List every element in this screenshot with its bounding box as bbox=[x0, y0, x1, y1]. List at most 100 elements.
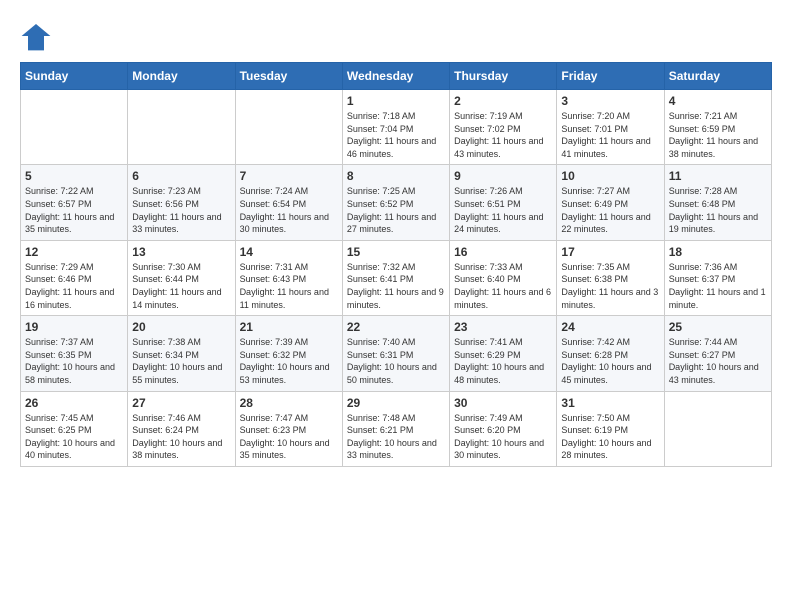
day-number: 24 bbox=[561, 320, 659, 334]
calendar-cell: 12Sunrise: 7:29 AMSunset: 6:46 PMDayligh… bbox=[21, 240, 128, 315]
day-number: 15 bbox=[347, 245, 445, 259]
day-number: 9 bbox=[454, 169, 552, 183]
day-number: 14 bbox=[240, 245, 338, 259]
calendar-cell: 4 Sunrise: 7:21 AMSunset: 6:59 PMDaylight… bbox=[664, 90, 771, 165]
day-info: Sunrise: 7:36 AMSunset: 6:37 PMDaylight:… bbox=[669, 261, 767, 311]
day-info: Sunrise: 7:47 AMSunset: 6:23 PMDaylight:… bbox=[240, 412, 338, 462]
calendar-cell: 7 Sunrise: 7:24 AMSunset: 6:54 PMDaylight… bbox=[235, 165, 342, 240]
calendar-cell: 21 Sunrise: 7:39 AMSunset: 6:32 PMDayligh… bbox=[235, 316, 342, 391]
day-info: Sunrise: 7:26 AMSunset: 6:51 PMDaylight:… bbox=[454, 185, 552, 235]
day-number: 3 bbox=[561, 94, 659, 108]
calendar-cell bbox=[664, 391, 771, 466]
day-info: Sunrise: 7:40 AMSunset: 6:31 PMDaylight:… bbox=[347, 336, 445, 386]
day-number: 30 bbox=[454, 396, 552, 410]
day-number: 20 bbox=[132, 320, 230, 334]
calendar-cell: 26 Sunrise: 7:45 AMSunset: 6:25 PMDayligh… bbox=[21, 391, 128, 466]
logo-icon bbox=[20, 20, 52, 52]
calendar-week-row: 26 Sunrise: 7:45 AMSunset: 6:25 PMDayligh… bbox=[21, 391, 772, 466]
day-number: 1 bbox=[347, 94, 445, 108]
day-number: 11 bbox=[669, 169, 767, 183]
day-info: Sunrise: 7:24 AMSunset: 6:54 PMDaylight:… bbox=[240, 185, 338, 235]
calendar-cell bbox=[128, 90, 235, 165]
day-number: 26 bbox=[25, 396, 123, 410]
calendar-cell: 17 Sunrise: 7:35 AMSunset: 6:38 PMDayligh… bbox=[557, 240, 664, 315]
day-number: 7 bbox=[240, 169, 338, 183]
calendar-cell: 28 Sunrise: 7:47 AMSunset: 6:23 PMDayligh… bbox=[235, 391, 342, 466]
day-number: 29 bbox=[347, 396, 445, 410]
day-info: Sunrise: 7:45 AMSunset: 6:25 PMDaylight:… bbox=[25, 412, 123, 462]
calendar-cell: 24 Sunrise: 7:42 AMSunset: 6:28 PMDayligh… bbox=[557, 316, 664, 391]
day-number: 31 bbox=[561, 396, 659, 410]
day-info: Sunrise: 7:46 AMSunset: 6:24 PMDaylight:… bbox=[132, 412, 230, 462]
calendar-cell: 2 Sunrise: 7:19 AMSunset: 7:02 PMDaylight… bbox=[450, 90, 557, 165]
day-info: Sunrise: 7:33 AMSunset: 6:40 PMDaylight:… bbox=[454, 261, 552, 311]
calendar-cell: 6 Sunrise: 7:23 AMSunset: 6:56 PMDaylight… bbox=[128, 165, 235, 240]
logo bbox=[20, 20, 56, 52]
day-info: Sunrise: 7:21 AMSunset: 6:59 PMDaylight:… bbox=[669, 110, 767, 160]
calendar-cell: 5 Sunrise: 7:22 AMSunset: 6:57 PMDaylight… bbox=[21, 165, 128, 240]
calendar-cell: 13 Sunrise: 7:30 AMSunset: 6:44 PMDayligh… bbox=[128, 240, 235, 315]
day-header: Thursday bbox=[450, 63, 557, 90]
day-info: Sunrise: 7:28 AMSunset: 6:48 PMDaylight:… bbox=[669, 185, 767, 235]
calendar-cell: 20 Sunrise: 7:38 AMSunset: 6:34 PMDayligh… bbox=[128, 316, 235, 391]
day-info: Sunrise: 7:42 AMSunset: 6:28 PMDaylight:… bbox=[561, 336, 659, 386]
day-number: 2 bbox=[454, 94, 552, 108]
calendar-cell: 9 Sunrise: 7:26 AMSunset: 6:51 PMDaylight… bbox=[450, 165, 557, 240]
day-header: Sunday bbox=[21, 63, 128, 90]
day-header: Monday bbox=[128, 63, 235, 90]
day-info: Sunrise: 7:30 AMSunset: 6:44 PMDaylight:… bbox=[132, 261, 230, 311]
calendar-cell: 15Sunrise: 7:32 AMSunset: 6:41 PMDayligh… bbox=[342, 240, 449, 315]
calendar-cell: 22 Sunrise: 7:40 AMSunset: 6:31 PMDayligh… bbox=[342, 316, 449, 391]
day-info: Sunrise: 7:18 AMSunset: 7:04 PMDaylight:… bbox=[347, 110, 445, 160]
calendar-cell bbox=[21, 90, 128, 165]
day-number: 28 bbox=[240, 396, 338, 410]
calendar: SundayMondayTuesdayWednesdayThursdayFrid… bbox=[20, 62, 772, 467]
day-number: 10 bbox=[561, 169, 659, 183]
day-number: 27 bbox=[132, 396, 230, 410]
day-info: Sunrise: 7:39 AMSunset: 6:32 PMDaylight:… bbox=[240, 336, 338, 386]
day-number: 16 bbox=[454, 245, 552, 259]
day-header: Friday bbox=[557, 63, 664, 90]
day-number: 8 bbox=[347, 169, 445, 183]
calendar-week-row: 19 Sunrise: 7:37 AMSunset: 6:35 PMDayligh… bbox=[21, 316, 772, 391]
day-number: 13 bbox=[132, 245, 230, 259]
day-number: 21 bbox=[240, 320, 338, 334]
day-number: 6 bbox=[132, 169, 230, 183]
day-info: Sunrise: 7:19 AMSunset: 7:02 PMDaylight:… bbox=[454, 110, 552, 160]
day-number: 19 bbox=[25, 320, 123, 334]
calendar-header-row: SundayMondayTuesdayWednesdayThursdayFrid… bbox=[21, 63, 772, 90]
calendar-cell: 18 Sunrise: 7:36 AMSunset: 6:37 PMDayligh… bbox=[664, 240, 771, 315]
day-number: 25 bbox=[669, 320, 767, 334]
day-info: Sunrise: 7:27 AMSunset: 6:49 PMDaylight:… bbox=[561, 185, 659, 235]
day-info: Sunrise: 7:20 AMSunset: 7:01 PMDaylight:… bbox=[561, 110, 659, 160]
day-info: Sunrise: 7:22 AMSunset: 6:57 PMDaylight:… bbox=[25, 185, 123, 235]
day-info: Sunrise: 7:37 AMSunset: 6:35 PMDaylight:… bbox=[25, 336, 123, 386]
calendar-cell: 27 Sunrise: 7:46 AMSunset: 6:24 PMDayligh… bbox=[128, 391, 235, 466]
calendar-cell: 8 Sunrise: 7:25 AMSunset: 6:52 PMDaylight… bbox=[342, 165, 449, 240]
day-info: Sunrise: 7:44 AMSunset: 6:27 PMDaylight:… bbox=[669, 336, 767, 386]
page-header bbox=[20, 20, 772, 52]
calendar-cell: 10 Sunrise: 7:27 AMSunset: 6:49 PMDayligh… bbox=[557, 165, 664, 240]
day-info: Sunrise: 7:31 AMSunset: 6:43 PMDaylight:… bbox=[240, 261, 338, 311]
day-number: 4 bbox=[669, 94, 767, 108]
day-info: Sunrise: 7:23 AMSunset: 6:56 PMDaylight:… bbox=[132, 185, 230, 235]
calendar-cell: 16 Sunrise: 7:33 AMSunset: 6:40 PMDayligh… bbox=[450, 240, 557, 315]
day-number: 18 bbox=[669, 245, 767, 259]
day-info: Sunrise: 7:38 AMSunset: 6:34 PMDaylight:… bbox=[132, 336, 230, 386]
calendar-week-row: 5 Sunrise: 7:22 AMSunset: 6:57 PMDaylight… bbox=[21, 165, 772, 240]
calendar-cell: 1 Sunrise: 7:18 AMSunset: 7:04 PMDaylight… bbox=[342, 90, 449, 165]
day-info: Sunrise: 7:25 AMSunset: 6:52 PMDaylight:… bbox=[347, 185, 445, 235]
calendar-cell bbox=[235, 90, 342, 165]
calendar-cell: 31Sunrise: 7:50 AMSunset: 6:19 PMDayligh… bbox=[557, 391, 664, 466]
day-number: 5 bbox=[25, 169, 123, 183]
calendar-cell: 3 Sunrise: 7:20 AMSunset: 7:01 PMDaylight… bbox=[557, 90, 664, 165]
day-info: Sunrise: 7:49 AMSunset: 6:20 PMDaylight:… bbox=[454, 412, 552, 462]
day-number: 23 bbox=[454, 320, 552, 334]
day-info: Sunrise: 7:35 AMSunset: 6:38 PMDaylight:… bbox=[561, 261, 659, 311]
day-header: Saturday bbox=[664, 63, 771, 90]
day-info: Sunrise: 7:29 AMSunset: 6:46 PMDaylight:… bbox=[25, 261, 123, 311]
day-number: 22 bbox=[347, 320, 445, 334]
day-number: 17 bbox=[561, 245, 659, 259]
calendar-cell: 25 Sunrise: 7:44 AMSunset: 6:27 PMDayligh… bbox=[664, 316, 771, 391]
day-info: Sunrise: 7:48 AMSunset: 6:21 PMDaylight:… bbox=[347, 412, 445, 462]
